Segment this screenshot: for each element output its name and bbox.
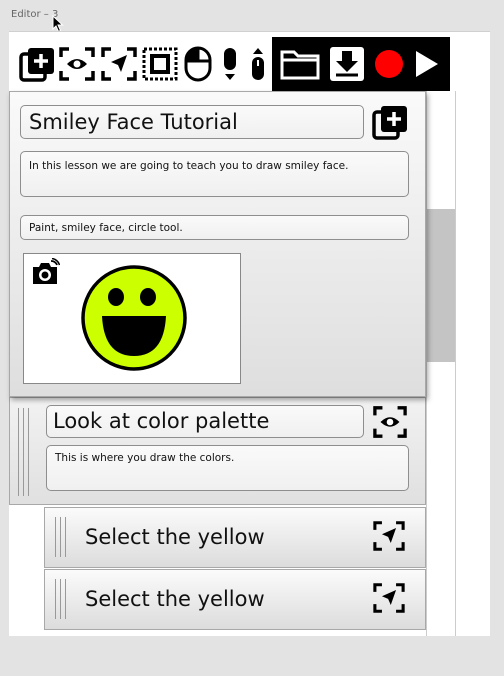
add-step-button[interactable]: [372, 104, 410, 140]
toolbar-tools: [9, 37, 272, 91]
step-card[interactable]: Look at color palette This is where you …: [9, 397, 426, 505]
scrollbar[interactable]: [426, 91, 456, 636]
drag-handle[interactable]: [18, 408, 29, 496]
scrollbar-thumb[interactable]: [427, 209, 455, 362]
camera-icon: [33, 257, 61, 284]
eye-focus-icon: [59, 47, 95, 81]
tutorial-title-field[interactable]: Smiley Face Tutorial: [20, 105, 364, 139]
step-title-field[interactable]: Look at color palette: [46, 405, 364, 438]
folder-icon: [280, 50, 320, 80]
add-step-button[interactable]: [18, 37, 56, 91]
eye-focus-icon: [373, 406, 407, 438]
play-button[interactable]: [408, 37, 446, 91]
play-icon: [416, 51, 438, 77]
mouse-icon: [184, 46, 212, 82]
scroll-down-icon: [224, 48, 236, 80]
smiley-face-image: [81, 265, 187, 371]
toolbar-file-actions: [272, 37, 450, 91]
tutorial-card: Smiley Face Tutorial In this lesson we a…: [9, 91, 426, 397]
preview-image: [23, 253, 241, 384]
record-icon: [375, 50, 403, 78]
add-step-icon: [19, 48, 54, 82]
scroll-icon: [252, 48, 264, 80]
tutorial-tags-field[interactable]: Paint, smiley face, circle tool.: [20, 215, 409, 240]
step-type-button[interactable]: [373, 405, 407, 443]
tutorial-description-field[interactable]: In this lesson we are going to teach you…: [20, 151, 409, 197]
record-button[interactable]: [370, 37, 408, 91]
region-select-button[interactable]: [140, 37, 180, 91]
cursor-focus-icon: [101, 47, 137, 81]
scroll-down-button[interactable]: [216, 37, 244, 91]
substep-label: Select the yellow: [85, 587, 265, 611]
save-icon: [330, 47, 364, 81]
step-description-field[interactable]: This is where you draw the colors.: [46, 445, 409, 491]
cursor-focus-icon: [373, 521, 405, 551]
toolbar: [9, 37, 450, 91]
cursor-focus-icon: [373, 583, 405, 613]
drag-handle[interactable]: [55, 579, 66, 619]
substep-type-button[interactable]: [373, 583, 405, 617]
screenshot-button[interactable]: [30, 257, 61, 290]
save-button[interactable]: [324, 37, 370, 91]
region-select-icon: [142, 47, 178, 81]
substep-type-button[interactable]: [373, 521, 405, 555]
scroll-button[interactable]: [244, 37, 272, 91]
substep-card[interactable]: Select the yellow: [44, 569, 426, 630]
drag-handle[interactable]: [55, 517, 66, 557]
add-step-icon: [372, 106, 407, 140]
eye-focus-button[interactable]: [56, 37, 98, 91]
mouse-button[interactable]: [180, 37, 216, 91]
cursor-focus-button[interactable]: [98, 37, 140, 91]
substep-card[interactable]: Select the yellow: [44, 507, 426, 568]
substep-label: Select the yellow: [85, 525, 265, 549]
open-folder-button[interactable]: [276, 37, 324, 91]
